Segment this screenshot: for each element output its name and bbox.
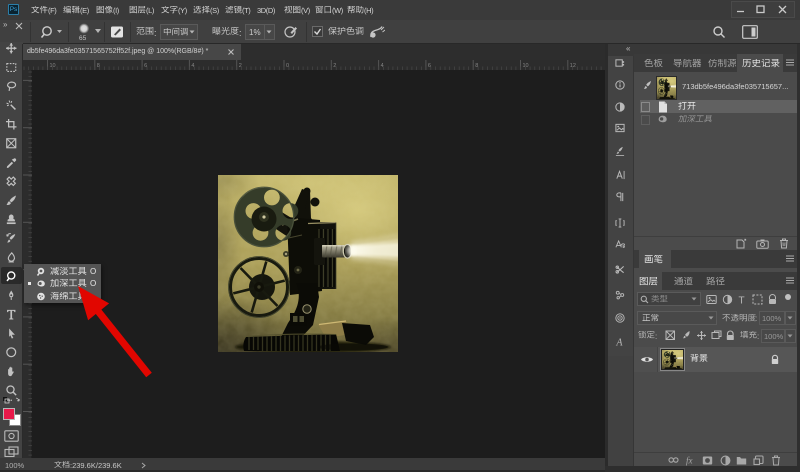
svg-text:T: T [739, 296, 745, 306]
svg-text:A: A [615, 338, 623, 347]
svg-text:fx: fx [686, 456, 693, 466]
